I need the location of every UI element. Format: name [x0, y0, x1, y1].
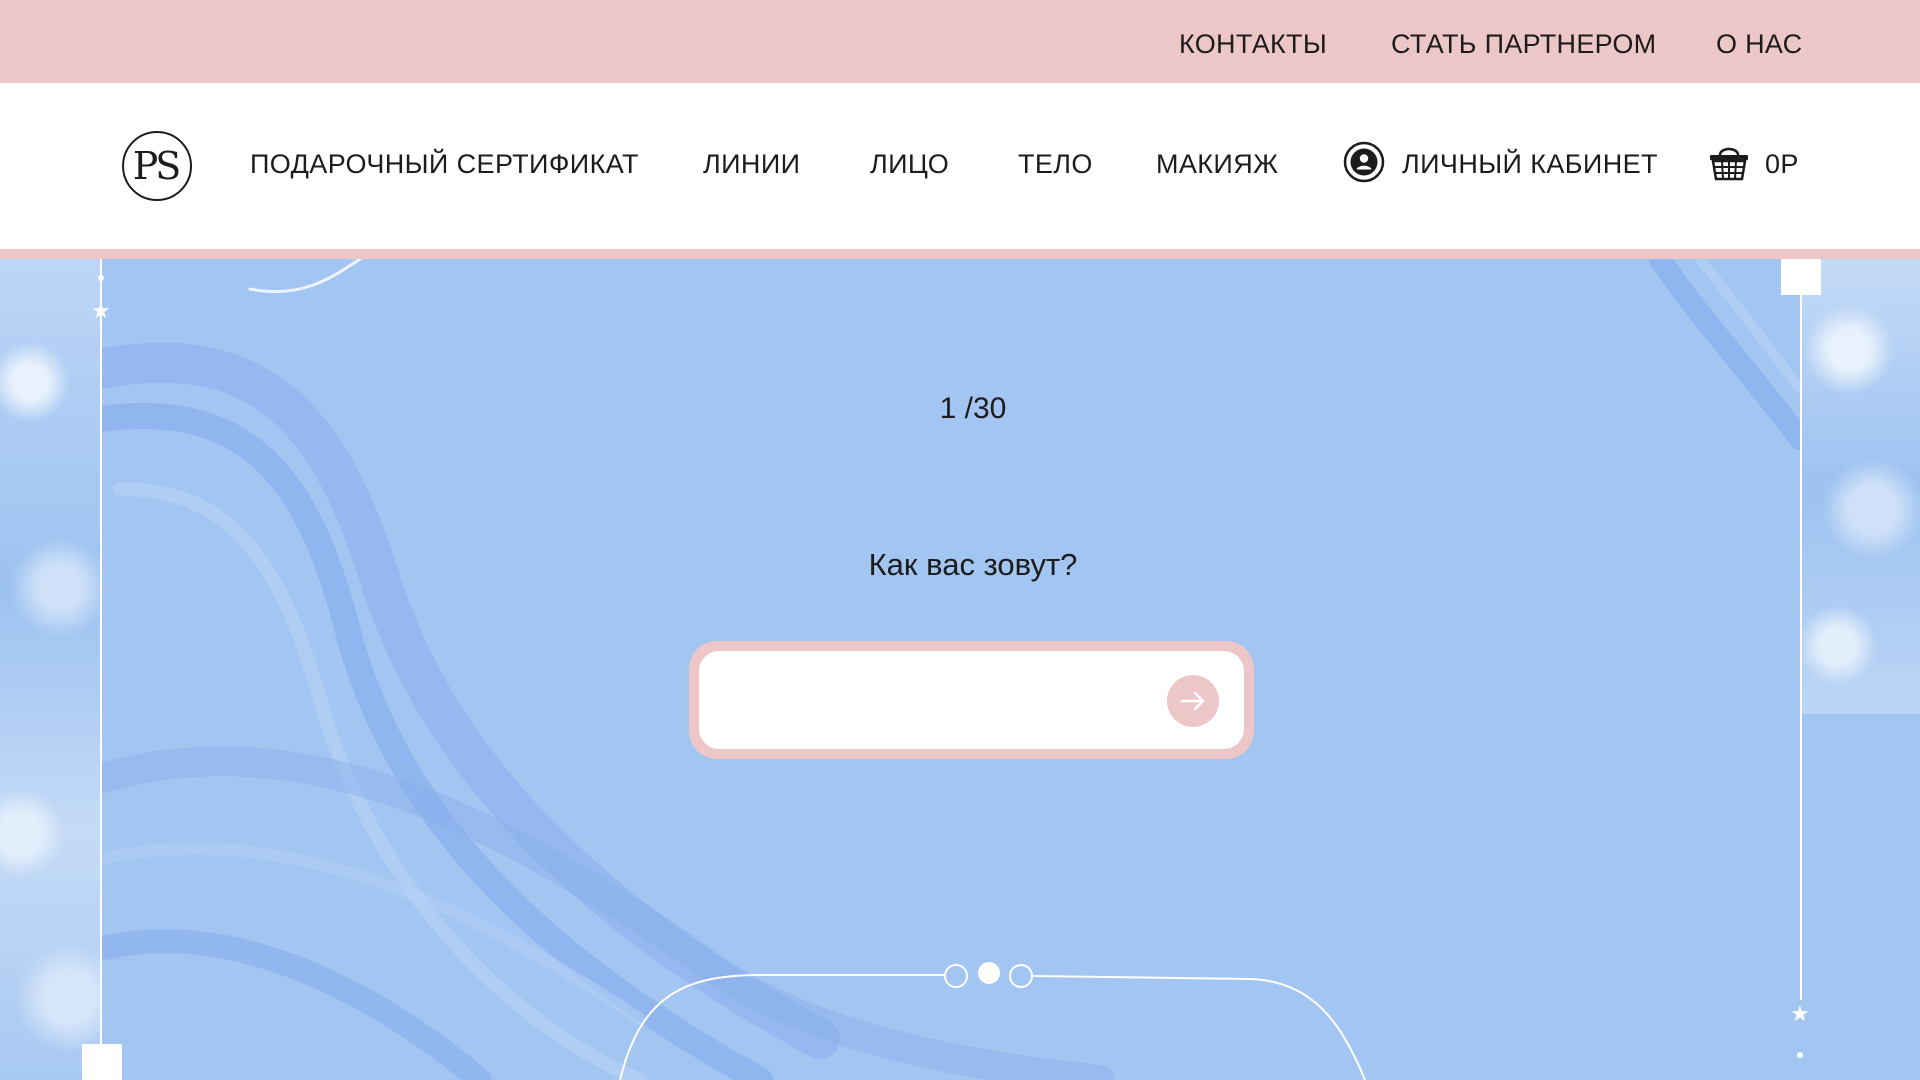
question-counter: 1 /30: [939, 392, 1007, 425]
nav-item-gift-certificate[interactable]: ПОДАРОЧНЫЙ СЕРТИФИКАТ: [250, 149, 639, 180]
pager-dot-2[interactable]: [978, 962, 1000, 984]
frame-dot: [98, 275, 104, 281]
frame-corner-top-right: [1781, 259, 1821, 295]
name-input-box: [699, 651, 1244, 749]
topbar-link-partner[interactable]: СТАТЬ ПАРТНЕРОМ: [1391, 29, 1656, 60]
pager-dot-3[interactable]: [1009, 964, 1033, 988]
topbar-link-contacts[interactable]: КОНТАКТЫ: [1179, 29, 1327, 60]
frame-corner-bottom-left: [82, 1044, 122, 1080]
main-header: PS ПОДАРОЧНЫЙ СЕРТИФИКАТ ЛИНИИ ЛИЦО ТЕЛО…: [0, 83, 1920, 249]
star-icon: ★: [1790, 1001, 1810, 1026]
shopping-basket-icon[interactable]: [1707, 141, 1751, 185]
topbar-link-about[interactable]: О НАС: [1716, 29, 1802, 60]
pager-dot-1[interactable]: [944, 964, 968, 988]
question-text: Как вас зовут?: [868, 547, 1078, 582]
nav-item-face[interactable]: ЛИЦО: [870, 149, 949, 180]
nav-item-lines[interactable]: ЛИНИИ: [703, 149, 800, 180]
nav-item-makeup[interactable]: МАКИЯЖ: [1156, 149, 1278, 180]
submit-button[interactable]: [1167, 675, 1219, 727]
star-icon: ★: [91, 298, 111, 323]
name-input[interactable]: [719, 669, 1149, 731]
cart-total[interactable]: 0Р: [1765, 149, 1799, 180]
quiz-hero: ★ ★ 1 /30 Как вас зовут?: [0, 259, 1920, 1080]
frame-line-left: [100, 259, 102, 1048]
logo[interactable]: PS: [122, 131, 192, 201]
top-bar: КОНТАКТЫ СТАТЬ ПАРТНЕРОМ О НАС: [0, 0, 1920, 83]
header-divider: [0, 249, 1920, 259]
arrow-right-icon: [1180, 691, 1205, 711]
nav-item-body[interactable]: ТЕЛО: [1018, 149, 1093, 180]
account-link[interactable]: ЛИЧНЫЙ КАБИНЕТ: [1402, 149, 1658, 180]
user-circle-icon[interactable]: [1343, 141, 1385, 183]
decor-strip-right: [1802, 259, 1920, 714]
name-input-frame: [689, 641, 1254, 759]
frame-dot: [1797, 1052, 1803, 1058]
decor-strip-left: [0, 259, 100, 1080]
